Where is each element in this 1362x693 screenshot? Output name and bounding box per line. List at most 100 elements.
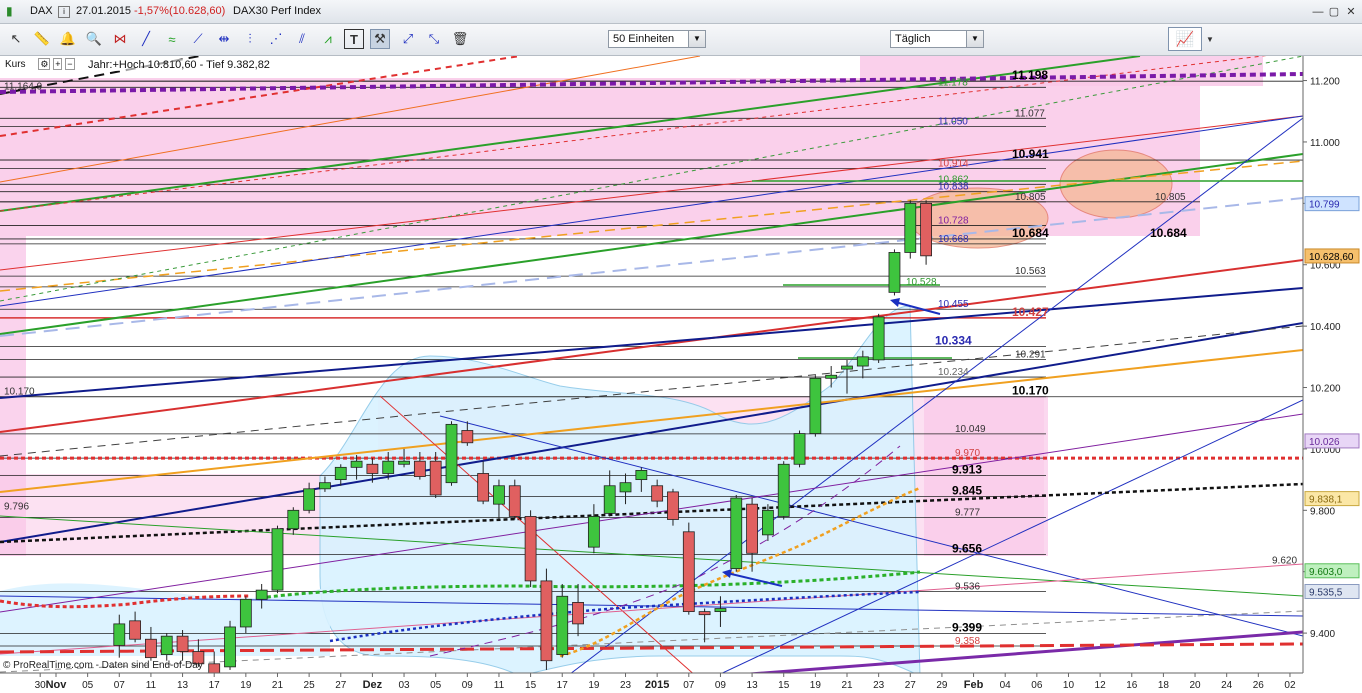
vertical-lines-icon[interactable]: ⫶	[240, 29, 260, 49]
candle-body-29	[572, 601, 584, 625]
text-icon[interactable]: T	[344, 29, 364, 49]
price-label-33: 9.358	[955, 636, 980, 647]
arrow-icon[interactable]: ⤡	[424, 29, 444, 49]
candle-body-12	[303, 488, 316, 511]
ruler-icon[interactable]: 📏	[32, 29, 52, 49]
chevron-down-icon[interactable]: ▼	[966, 31, 983, 47]
x-tick-label-6: 17	[209, 680, 221, 691]
cursor-icon[interactable]: ↖	[6, 29, 26, 49]
trendline-icon[interactable]: ⟋	[188, 29, 208, 49]
x-tick-label-32: 06	[1031, 680, 1043, 691]
x-tick-label-19: 23	[620, 680, 632, 691]
price-badge-label-3: 9.838,1	[1309, 495, 1343, 506]
x-tick-label-14: 09	[462, 680, 474, 691]
y-tick-label-5: 10.400	[1310, 322, 1341, 333]
price-label-18: 10.334	[935, 333, 972, 347]
chevron-down-icon[interactable]: ▼	[688, 31, 705, 47]
x-tick-label-31: 04	[1000, 680, 1012, 691]
x-tick-label-24: 15	[778, 680, 790, 691]
channel-up-icon[interactable]: ⩘	[318, 29, 338, 49]
minus-icon[interactable]: −	[65, 58, 75, 70]
info-icon[interactable]: i	[58, 6, 70, 18]
candle-body-23	[477, 473, 490, 502]
candle-body-44	[809, 377, 822, 434]
candle-body-14	[334, 466, 347, 481]
price-label-7: 10.838	[938, 182, 969, 193]
price-label-19: 10.291	[1015, 350, 1046, 361]
close-icon[interactable]: ✕	[1344, 5, 1358, 19]
zoom-icon[interactable]: 🔍	[84, 29, 104, 49]
price-badge-label-1: 10.628,60	[1309, 252, 1354, 263]
x-tick-label-27: 23	[873, 680, 885, 691]
x-tick-label-21: 07	[683, 680, 695, 691]
price-label-9: 10.805	[1155, 192, 1186, 203]
price-label-4: 10.941	[1012, 147, 1049, 161]
price-label-31: 9.536	[955, 581, 980, 592]
price-label-20: 10.234	[938, 367, 969, 378]
price-badge-label-4: 9.603,0	[1309, 567, 1343, 578]
x-tick-label-25: 19	[810, 680, 822, 691]
channel-icon[interactable]: ≈	[162, 29, 182, 49]
horizontal-line-icon[interactable]: ⇹	[214, 29, 234, 49]
x-tick-label-2: 05	[82, 680, 94, 691]
candle-body-21	[445, 423, 458, 484]
x-tick-label-38: 24	[1221, 680, 1233, 691]
candle-body-24	[493, 485, 505, 505]
price-label-26: 9.845	[952, 483, 982, 497]
hammer-icon[interactable]: ⚒	[370, 29, 390, 49]
candle-body-39	[730, 497, 743, 570]
candle-body-27	[540, 580, 553, 662]
x-tick-label-7: 19	[240, 680, 252, 691]
candle-body-17	[382, 460, 395, 474]
fibonacci-icon[interactable]: ⋈	[110, 29, 130, 49]
price-label-25: 9.913	[952, 463, 982, 477]
line-icon[interactable]: ╱	[136, 29, 156, 49]
price-label-16: 10.455	[938, 299, 969, 310]
x-tick-label-39: 26	[1253, 680, 1265, 691]
x-tick-label-0: 30	[35, 680, 47, 691]
price-label-21: 10.170	[1012, 384, 1049, 398]
x-tick-label-1: Nov	[46, 679, 68, 691]
price-label-12: 10.684	[1150, 226, 1187, 240]
candle-body-50	[904, 202, 917, 253]
fan-icon[interactable]: ⋰	[266, 29, 286, 49]
minimize-icon[interactable]: —	[1311, 5, 1325, 19]
chevron-down-icon[interactable]: ▼	[1203, 27, 1217, 51]
price-label-22: 10.170	[4, 387, 35, 398]
price-label-34: 11.164,9	[4, 81, 43, 92]
x-tick-label-10: 27	[335, 680, 347, 691]
units-select[interactable]: 50 Einheiten ▼	[608, 30, 706, 48]
trash-icon[interactable]: 🗑	[450, 29, 470, 49]
arrow-expand-icon[interactable]: ⤢	[398, 29, 418, 49]
settings-icon[interactable]: ⚙	[38, 58, 51, 70]
alert-bell-icon[interactable]: 🔔	[58, 29, 78, 49]
candle-body-10	[271, 528, 284, 591]
candle-body-26	[524, 516, 537, 582]
y-tick-label-8: 11.000	[1310, 138, 1340, 149]
chart-type-icon[interactable]: 📈	[1168, 27, 1202, 51]
candle-body-28	[556, 595, 569, 655]
candle-body-20	[429, 460, 442, 496]
x-tick-label-26: 21	[841, 680, 853, 691]
x-tick-label-3: 07	[114, 680, 126, 691]
x-tick-label-20: 2015	[645, 679, 669, 691]
price-chart[interactable]: 11.198 11.178 11.077 11.050 10.941 10.914 10.8…	[0, 56, 1362, 693]
candle-body-32	[619, 482, 632, 493]
candle-body-9	[255, 589, 268, 600]
candle-body-16	[366, 463, 379, 474]
kurs-label[interactable]: Kurs ⚙ + −	[3, 58, 77, 72]
x-tick-label-15: 11	[494, 680, 505, 691]
maximize-icon[interactable]: ▢	[1327, 5, 1341, 19]
price-label-3: 11.050	[938, 117, 968, 128]
candle-body-19	[413, 460, 426, 477]
price-label-27: 9.796	[4, 502, 29, 513]
change-percent: -1,57%	[134, 5, 169, 17]
candle-body-38	[714, 608, 727, 613]
price-label-13: 10.668	[938, 234, 969, 245]
add-icon[interactable]: +	[53, 58, 63, 70]
interval-select[interactable]: Täglich ▼	[890, 30, 984, 48]
candle-body-34	[651, 485, 664, 502]
price-badge-label-5: 9.535,5	[1309, 588, 1343, 599]
price-label-28: 9.777	[955, 507, 980, 518]
pitchfork-icon[interactable]: ⫽	[292, 29, 312, 49]
